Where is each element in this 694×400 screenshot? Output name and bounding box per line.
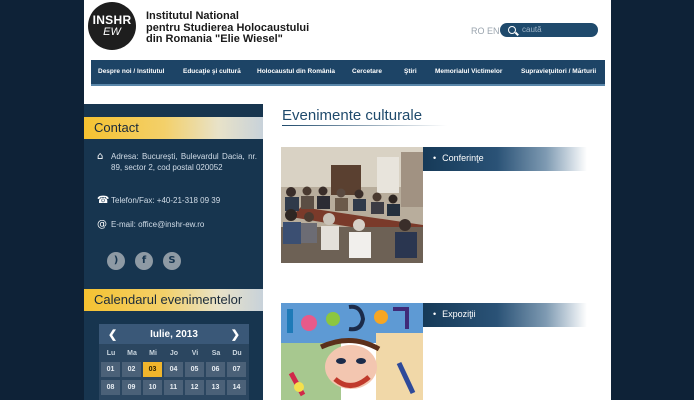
nav-item-despre-noi[interactable]: Despre noi / Institutul bbox=[98, 68, 164, 75]
calendar-day-selected[interactable]: 03 bbox=[143, 362, 162, 377]
calendar-day[interactable]: 06 bbox=[206, 362, 225, 377]
logo-text-ew: EW bbox=[103, 26, 121, 38]
calendar-day[interactable]: 11 bbox=[164, 380, 183, 395]
institute-name-line: din Romania "Elie Wiesel" bbox=[146, 33, 283, 45]
calendar-next-button[interactable]: ❯ bbox=[231, 328, 240, 341]
calendar-month: Iulie, 2013 bbox=[150, 329, 198, 340]
facebook-icon[interactable]: f bbox=[135, 252, 153, 270]
calendar-day[interactable]: 05 bbox=[185, 362, 204, 377]
nav-item-supravietuitori[interactable]: Supravieţuitori / Mărturii bbox=[521, 68, 596, 75]
weekday-label: Ma bbox=[127, 350, 137, 357]
search-icon bbox=[508, 26, 516, 34]
inshr-logo[interactable]: INSHR EW bbox=[88, 2, 136, 50]
sidebar: Contact ⌂ Adresa: Bucureşti, Bulevardul … bbox=[84, 104, 263, 400]
contact-email-text[interactable]: E-mail: office@inshr-ew.ro bbox=[111, 219, 257, 230]
calendar-month-bar: ❮ Iulie, 2013 ❯ bbox=[99, 324, 249, 344]
phone-icon: ☎ bbox=[97, 195, 110, 206]
page-title: Evenimente culturale bbox=[282, 107, 423, 124]
category-conferences-label: Conferinţe bbox=[433, 153, 484, 163]
calendar-day[interactable]: 04 bbox=[164, 362, 183, 377]
calendar-day[interactable]: 01 bbox=[101, 362, 120, 377]
exhibition-poster-graphic bbox=[281, 303, 423, 400]
institute-name-line: Institutul National bbox=[146, 10, 239, 22]
calendar-header: Calendarul evenimentelor bbox=[84, 289, 263, 311]
email-icon: @ bbox=[97, 219, 107, 230]
category-exhibitions[interactable]: Expoziţii bbox=[423, 303, 587, 327]
weekday-label: Vi bbox=[191, 350, 199, 357]
page: INSHR EW Institutul National pentru Stud… bbox=[84, 0, 611, 400]
category-exhibitions-label: Expoziţii bbox=[433, 309, 476, 319]
calendar-day[interactable]: 08 bbox=[101, 380, 120, 395]
conference-photo-graphic bbox=[281, 147, 423, 263]
weekday-label: Du bbox=[232, 350, 242, 357]
title-underline bbox=[282, 125, 447, 126]
rss-icon[interactable]: ) bbox=[107, 252, 125, 270]
calendar-day[interactable]: 09 bbox=[122, 380, 141, 395]
skype-icon[interactable]: S bbox=[163, 252, 181, 270]
language-switcher[interactable]: RO EN bbox=[471, 26, 500, 36]
home-icon: ⌂ bbox=[97, 151, 104, 162]
nav-item-stiri[interactable]: Ştiri bbox=[404, 68, 417, 75]
exhibition-poster[interactable] bbox=[281, 303, 423, 400]
nav-item-holocaustul[interactable]: Holocaustul din România bbox=[257, 68, 335, 75]
weekday-label: Sa bbox=[211, 350, 221, 357]
logo-text-inshr: INSHR bbox=[92, 13, 132, 27]
main-navigation: Despre noi / Institutul Educaţie şi cult… bbox=[91, 60, 605, 86]
calendar-day[interactable]: 14 bbox=[227, 380, 246, 395]
calendar-title: Calendarul evenimentelor bbox=[94, 292, 243, 307]
weekday-label: Mi bbox=[149, 350, 157, 357]
search-input[interactable]: caută bbox=[500, 23, 598, 37]
category-conferences[interactable]: Conferinţe bbox=[423, 147, 587, 171]
calendar-day[interactable]: 13 bbox=[206, 380, 225, 395]
calendar-day[interactable]: 12 bbox=[185, 380, 204, 395]
contact-address: ⌂ Adresa: Bucureşti, Bulevardul Dacia, n… bbox=[97, 151, 257, 173]
calendar-day[interactable]: 10 bbox=[143, 380, 162, 395]
calendar-day[interactable]: 02 bbox=[122, 362, 141, 377]
nav-item-memorialul[interactable]: Memorialul Victimelor bbox=[435, 68, 502, 75]
search-placeholder: caută bbox=[522, 25, 542, 34]
contact-address-text: Adresa: Bucureşti, Bulevardul Dacia, nr.… bbox=[111, 152, 257, 172]
conference-photo[interactable] bbox=[281, 147, 423, 263]
contact-email: @ E-mail: office@inshr-ew.ro bbox=[97, 219, 257, 230]
nav-item-educatie[interactable]: Educaţie şi cultură bbox=[183, 68, 241, 75]
contact-header: Contact bbox=[84, 117, 263, 139]
nav-item-cercetare[interactable]: Cercetare bbox=[352, 68, 382, 75]
institute-name[interactable]: Institutul National pentru Studierea Hol… bbox=[146, 10, 346, 46]
weekday-label: Jo bbox=[169, 350, 179, 357]
event-calendar: ❮ Iulie, 2013 ❯ Lu Ma Mi Jo Vi Sa Du 01 … bbox=[99, 324, 249, 400]
contact-title: Contact bbox=[94, 120, 139, 135]
calendar-day[interactable]: 07 bbox=[227, 362, 246, 377]
weekday-label: Lu bbox=[106, 350, 116, 357]
contact-phone: ☎ Telefon/Fax: +40-21-318 09 39 bbox=[97, 195, 257, 206]
contact-phone-text: Telefon/Fax: +40-21-318 09 39 bbox=[111, 196, 221, 205]
